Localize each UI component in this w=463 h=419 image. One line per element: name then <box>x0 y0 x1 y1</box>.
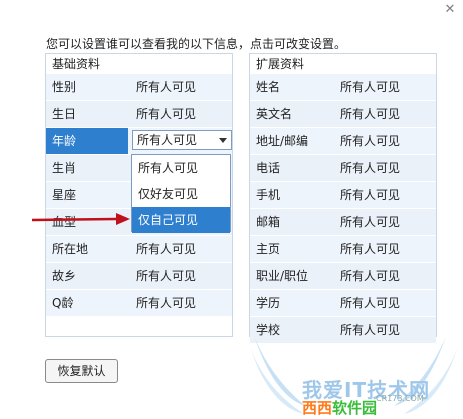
setting-row-mobile[interactable]: 手机 所有人可见 <box>250 181 436 208</box>
setting-row-homepage[interactable]: 主页 所有人可见 <box>250 235 436 262</box>
extended-info-panel: 扩展资料 姓名 所有人可见 英文名 所有人可见 地址/邮编 所有人可见 电话 所… <box>249 53 437 343</box>
dropdown-option-friends-only[interactable]: 仅好友可见 <box>132 181 230 207</box>
row-label: 邮箱 <box>256 215 281 229</box>
visibility-select[interactable]: 所有人可见 <box>132 130 232 150</box>
intro-text: 您可以设置谁可以查看我的以下信息，点击可改变设置。 <box>46 37 347 51</box>
chevron-down-icon[interactable] <box>219 138 227 143</box>
row-value[interactable]: 所有人可见 <box>136 101 196 127</box>
row-label: 英文名 <box>256 107 293 121</box>
row-value[interactable]: 所有人可见 <box>340 263 400 289</box>
row-label: 年龄 <box>46 128 128 154</box>
row-value[interactable]: 所有人可见 <box>136 263 196 289</box>
watermark: 我爱IT技术网 西西软件园 CR173.COM <box>246 336 463 419</box>
row-label: 学历 <box>256 296 281 310</box>
row-label: 职业/职位 <box>256 269 309 283</box>
setting-row-birthday[interactable]: 生日 所有人可见 <box>46 100 232 127</box>
setting-row-location[interactable]: 所在地 所有人可见 <box>46 235 232 262</box>
setting-row-age[interactable]: 年龄 所有人可见 <box>46 127 232 154</box>
row-label: 性别 <box>52 80 77 94</box>
row-value[interactable]: 所有人可见 <box>340 128 400 154</box>
setting-row-name[interactable]: 姓名 所有人可见 <box>250 74 436 100</box>
row-label: 生日 <box>52 107 77 121</box>
watermark-brand: 西西软件园 <box>302 397 377 418</box>
watermark-url: CR173.COM <box>376 394 424 403</box>
setting-row-phone[interactable]: 电话 所有人可见 <box>250 154 436 181</box>
panel-title: 基础资料 <box>52 57 101 71</box>
setting-row-hometown[interactable]: 故乡 所有人可见 <box>46 262 232 289</box>
row-value[interactable]: 所有人可见 <box>136 74 196 100</box>
red-arrow-icon <box>32 213 130 225</box>
setting-row-address[interactable]: 地址/邮编 所有人可见 <box>250 127 436 154</box>
row-value[interactable]: 所有人可见 <box>340 155 400 181</box>
row-label: 地址/邮编 <box>256 134 309 148</box>
select-value: 所有人可见 <box>137 133 198 147</box>
visibility-dropdown-list: 所有人可见 仅好友可见 仅自己可见 <box>131 154 231 233</box>
setting-row-occupation[interactable]: 职业/职位 所有人可见 <box>250 262 436 289</box>
row-label: 所在地 <box>52 242 89 256</box>
row-label: Q龄 <box>52 296 74 310</box>
row-label: 生肖 <box>52 161 77 175</box>
close-icon[interactable]: ✕ <box>443 3 457 17</box>
panel-title: 扩展资料 <box>256 57 305 71</box>
row-value[interactable]: 所有人可见 <box>340 74 400 100</box>
dropdown-option-self-only[interactable]: 仅自己可见 <box>132 207 230 233</box>
row-label: 姓名 <box>256 80 281 94</box>
row-value[interactable]: 所有人可见 <box>340 290 400 316</box>
row-value[interactable]: 所有人可见 <box>340 182 400 208</box>
row-label: 星座 <box>52 188 77 202</box>
setting-row-education[interactable]: 学历 所有人可见 <box>250 289 436 316</box>
row-value[interactable]: 所有人可见 <box>136 236 196 262</box>
setting-row-gender[interactable]: 性别 所有人可见 <box>46 74 232 100</box>
row-value[interactable]: 所有人可见 <box>136 290 196 316</box>
watermark-brand-b: 软件园 <box>332 399 378 417</box>
row-value[interactable]: 所有人可见 <box>340 101 400 127</box>
row-label: 故乡 <box>52 269 77 283</box>
setting-row-qage[interactable]: Q龄 所有人可见 <box>46 289 232 316</box>
row-value[interactable]: 所有人可见 <box>340 236 400 262</box>
dropdown-option-everyone[interactable]: 所有人可见 <box>132 155 230 181</box>
row-label: 主页 <box>256 242 281 256</box>
setting-row-english-name[interactable]: 英文名 所有人可见 <box>250 100 436 127</box>
watermark-brand-a: 西西 <box>302 399 333 417</box>
row-label: 手机 <box>256 188 281 202</box>
setting-row-email[interactable]: 邮箱 所有人可见 <box>250 208 436 235</box>
restore-default-button[interactable]: 恢复默认 <box>45 359 118 383</box>
row-value[interactable]: 所有人可见 <box>340 209 400 235</box>
row-label: 电话 <box>256 161 281 175</box>
